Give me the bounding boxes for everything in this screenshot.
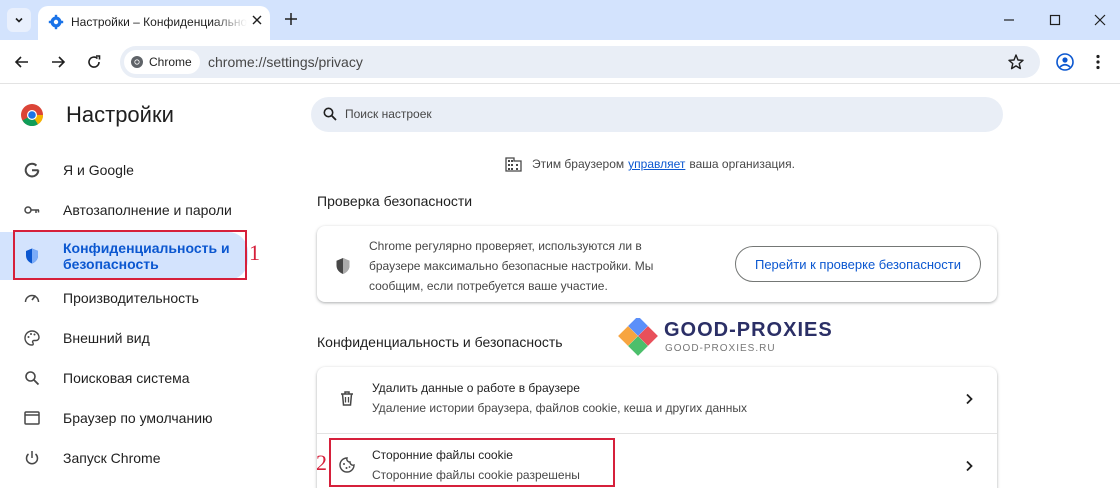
tab-title: Настройки – Конфиденциальность и безопас… — [71, 15, 247, 29]
tab-strip: Настройки – Конфиденциальность и безопас… — [0, 0, 1120, 40]
address-bar[interactable]: Chrome chrome://settings/privacy — [120, 46, 1040, 78]
watermark-logo-icon — [618, 318, 658, 356]
search-icon — [323, 107, 337, 121]
sidebar-item-label: Поисковая система — [63, 370, 190, 386]
toolbar: Chrome chrome://settings/privacy — [0, 40, 1120, 84]
managed-prefix: Этим браузером — [532, 157, 625, 171]
safety-check-card: Chrome регулярно проверяет, используются… — [317, 226, 997, 302]
active-tab[interactable]: Настройки – Конфиденциальность и безопас… — [38, 6, 270, 40]
building-icon — [505, 157, 522, 172]
sidebar-item-label: Запуск Chrome — [63, 450, 161, 466]
sidebar-item-default-browser[interactable]: Браузер по умолчанию — [0, 398, 262, 438]
sidebar-item-label: Производительность — [63, 290, 199, 306]
chevron-right-icon — [966, 460, 973, 472]
browser-window-icon — [24, 411, 40, 425]
window-close-icon[interactable] — [1092, 12, 1108, 28]
privacy-heading: Конфиденциальность и безопасность — [317, 334, 563, 350]
sidebar-item-autofill[interactable]: Автозаполнение и пароли — [0, 190, 262, 230]
page-title: Настройки — [66, 102, 174, 127]
annotation-box-cookies — [329, 438, 615, 487]
palette-icon — [24, 330, 40, 346]
search-input[interactable]: Поиск настроек — [345, 107, 432, 121]
safety-check-button[interactable]: Перейти к проверке безопасности — [735, 246, 981, 282]
annotation-number-2: 2 — [316, 450, 327, 475]
sidebar-item-label: Внешний вид — [63, 330, 150, 346]
profile-icon[interactable] — [1055, 52, 1075, 72]
menu-dots-icon[interactable] — [1088, 52, 1108, 72]
watermark: GOOD-PROXIES GOOD-PROXIES.RU — [618, 316, 838, 358]
chrome-chip[interactable]: Chrome — [124, 50, 200, 74]
settings-search[interactable]: Поиск настроек — [311, 97, 1003, 132]
search-icon — [25, 371, 40, 386]
watermark-subtitle: GOOD-PROXIES.RU — [665, 343, 776, 354]
bookmark-star-icon[interactable] — [1006, 52, 1026, 72]
trash-icon — [341, 391, 353, 406]
url-text[interactable]: chrome://settings/privacy — [208, 54, 363, 70]
reload-icon[interactable] — [84, 52, 104, 72]
clear-browsing-data-row[interactable]: Удалить данные о работе в браузере Удале… — [317, 367, 997, 434]
sidebar-item-on-startup[interactable]: Запуск Chrome — [0, 438, 262, 478]
annotation-box-privacy — [13, 230, 247, 280]
sidebar-item-performance[interactable]: Производительность — [0, 278, 262, 318]
chevron-right-icon — [966, 393, 973, 405]
tab-search-button[interactable] — [7, 8, 31, 32]
sidebar-item-label: Я и Google — [63, 162, 134, 178]
managed-notice: Этим браузером управляет ваша организаци… — [505, 156, 795, 172]
sidebar-item-search-engine[interactable]: Поисковая система — [0, 358, 262, 398]
back-arrow-icon[interactable] — [12, 52, 32, 72]
sidebar-item-label: Браузер по умолчанию — [63, 410, 213, 426]
safety-check-heading: Проверка безопасности — [317, 193, 473, 209]
key-icon — [24, 206, 40, 214]
sidebar-item-you-and-google[interactable]: Я и Google — [0, 150, 262, 190]
maximize-icon[interactable] — [1047, 12, 1063, 28]
google-icon — [24, 162, 40, 178]
chrome-logo-icon — [21, 104, 44, 127]
safety-check-text: Chrome регулярно проверяет, используются… — [369, 239, 654, 293]
sidebar-item-label: Автозаполнение и пароли — [63, 202, 232, 218]
chrome-logo-icon — [131, 56, 143, 68]
sidebar-item-appearance[interactable]: Внешний вид — [0, 318, 262, 358]
managed-link[interactable]: управляет — [628, 157, 685, 171]
row-subtitle: Удаление истории браузера, файлов cookie… — [372, 401, 748, 415]
annotation-number-1: 1 — [249, 240, 260, 265]
minimize-icon[interactable] — [1001, 12, 1017, 28]
managed-suffix: ваша организация. — [689, 157, 795, 171]
chip-label: Chrome — [149, 55, 192, 69]
close-icon[interactable] — [249, 12, 265, 28]
speedometer-icon — [24, 294, 40, 303]
new-tab-icon[interactable] — [282, 10, 300, 28]
shield-icon — [336, 258, 350, 274]
power-icon — [25, 451, 39, 465]
gear-icon — [48, 14, 64, 30]
watermark-title: GOOD-PROXIES — [664, 319, 833, 341]
row-title: Удалить данные о работе в браузере — [372, 381, 580, 395]
chevron-down-icon — [15, 17, 23, 23]
forward-arrow-icon[interactable] — [48, 52, 68, 72]
